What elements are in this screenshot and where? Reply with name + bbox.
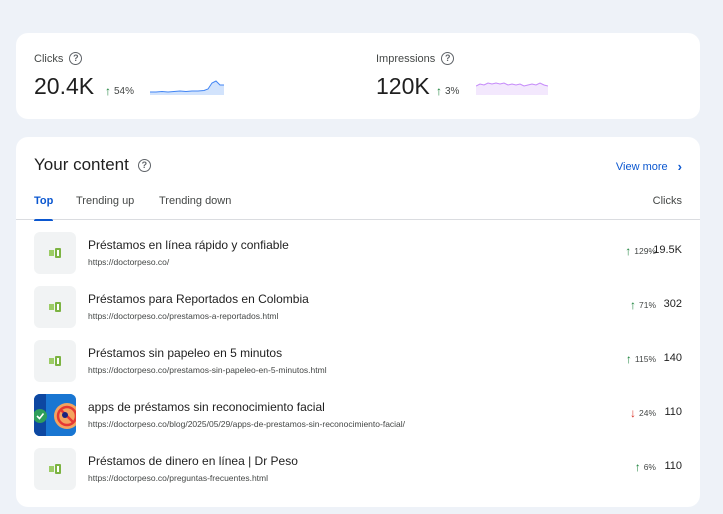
content-tabs: Top Trending up Trending down Clicks	[16, 189, 700, 221]
clicks-sparkline	[150, 80, 224, 95]
clicks-value: 20.4K	[34, 73, 95, 99]
arrow-down-icon: ↓	[629, 406, 636, 420]
page-thumbnail	[34, 448, 76, 490]
row-change: ↑ 71%	[629, 298, 656, 312]
page-thumbnail	[34, 340, 76, 382]
row-url: https://doctorpeso.co/preguntas-frecuent…	[88, 473, 269, 483]
chevron-right-icon: ›	[677, 159, 682, 174]
row-title: Préstamos sin papeleo en 5 minutos	[88, 346, 283, 360]
view-more-link[interactable]: View more ›	[616, 159, 682, 174]
arrow-up-icon: ↑	[629, 298, 636, 312]
help-icon[interactable]: ?	[69, 52, 83, 65]
impressions-value: 120K	[376, 73, 430, 99]
site-favicon-icon	[49, 356, 61, 366]
impressions-label: Impressions	[376, 52, 436, 65]
site-favicon-icon	[49, 248, 61, 258]
tab-top[interactable]: Top	[34, 195, 54, 221]
tab-trending-down[interactable]: Trending down	[159, 195, 231, 220]
content-row[interactable]: Préstamos sin papeleo en 5 minutos https…	[16, 340, 700, 384]
content-row[interactable]: Préstamos en línea rápido y confiable ht…	[16, 232, 700, 276]
impressions-change: ↑ 3%	[436, 84, 460, 98]
row-title: Préstamos para Reportados en Colombia	[88, 292, 309, 306]
site-favicon-icon	[49, 464, 61, 474]
section-title: Your content	[34, 155, 129, 174]
row-clicks: 302	[663, 298, 682, 310]
row-title: Préstamos de dinero en línea | Dr Peso	[88, 454, 298, 468]
arrow-up-icon: ↑	[436, 84, 442, 98]
page-thumbnail	[34, 232, 76, 274]
row-change: ↑ 129%	[625, 244, 656, 258]
row-change: ↑ 6%	[634, 460, 656, 474]
clicks-label: Clicks	[34, 52, 64, 65]
site-favicon-icon	[49, 302, 61, 312]
content-card: Your content ? View more › Top Trending …	[16, 137, 700, 507]
impressions-sparkline	[476, 82, 548, 95]
article-thumbnail	[34, 394, 76, 436]
row-clicks: 110	[664, 406, 682, 418]
tab-trending-up[interactable]: Trending up	[76, 195, 134, 220]
help-icon[interactable]: ?	[441, 52, 455, 65]
row-change: ↓ 24%	[629, 406, 656, 420]
row-url: https://doctorpeso.co/prestamos-sin-pape…	[88, 365, 327, 375]
arrow-up-icon: ↑	[634, 460, 641, 474]
metrics-card: Clicks ? 20.4K ↑ 54% Impressions ? 120K …	[16, 33, 700, 119]
content-row[interactable]: Préstamos para Reportados en Colombia ht…	[16, 286, 700, 330]
content-row[interactable]: apps de préstamos sin reconocimiento fac…	[16, 394, 700, 438]
row-title: Préstamos en línea rápido y confiable	[88, 238, 289, 252]
row-change: ↑ 115%	[625, 352, 656, 366]
arrow-up-icon: ↑	[105, 84, 111, 98]
row-clicks: 19.5K	[653, 244, 682, 256]
row-url: https://doctorpeso.co/	[88, 257, 170, 267]
clicks-column-header: Clicks	[652, 195, 682, 207]
page-thumbnail	[34, 286, 76, 328]
arrow-up-icon: ↑	[625, 244, 632, 258]
row-url: https://doctorpeso.co/prestamos-a-report…	[88, 311, 279, 321]
clicks-change: ↑ 54%	[105, 84, 135, 98]
help-icon[interactable]: ?	[137, 158, 151, 172]
content-row[interactable]: Préstamos de dinero en línea | Dr Peso h…	[16, 448, 700, 492]
row-url: https://doctorpeso.co/blog/2025/05/29/ap…	[88, 419, 406, 429]
face-recognition-thumbnail-icon	[34, 394, 76, 436]
row-title: apps de préstamos sin reconocimiento fac…	[88, 400, 325, 414]
row-clicks: 110	[664, 460, 682, 472]
arrow-up-icon: ↑	[625, 352, 632, 366]
row-clicks: 140	[663, 352, 682, 364]
